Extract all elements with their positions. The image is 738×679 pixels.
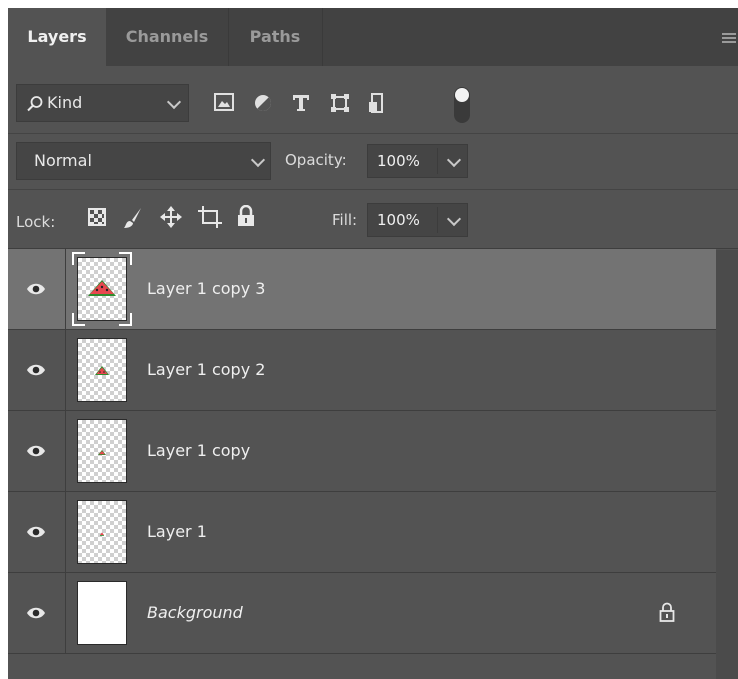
type-filter-icon[interactable] xyxy=(291,93,311,113)
eye-icon[interactable] xyxy=(26,363,46,377)
layer-name[interactable]: Layer 1 xyxy=(147,492,207,572)
watermelon-icon xyxy=(88,280,116,296)
layer-row[interactable]: Layer 1 copy 3 xyxy=(8,249,716,330)
eye-icon[interactable] xyxy=(26,525,46,539)
filter-toggle-icon[interactable] xyxy=(453,86,471,124)
layer-name[interactable]: Layer 1 copy xyxy=(147,411,250,491)
chevron-down-icon xyxy=(250,152,266,168)
lock-label: Lock: xyxy=(16,213,56,231)
image-filter-icon[interactable] xyxy=(214,93,234,111)
visibility-column xyxy=(8,249,66,329)
shape-filter-icon[interactable] xyxy=(330,93,350,113)
opacity-label: Opacity: xyxy=(285,151,347,169)
lock-transparent-pixels-icon[interactable] xyxy=(88,208,106,226)
tab-paths[interactable]: Paths xyxy=(228,8,323,66)
lock-all-icon[interactable] xyxy=(237,205,255,227)
tab-channels[interactable]: Channels xyxy=(106,8,229,66)
blend-mode-value: Normal xyxy=(34,151,92,170)
panel-menu-icon[interactable] xyxy=(722,33,736,43)
layer-row[interactable]: Background xyxy=(8,573,716,654)
layer-lock-icon[interactable] xyxy=(659,602,675,622)
fill-value: 100% xyxy=(377,211,420,229)
visibility-column xyxy=(8,411,66,491)
fill-label: Fill: xyxy=(332,211,358,229)
layers-panel: Layers Channels Paths Kind Normal Opacit… xyxy=(8,8,738,679)
visibility-column xyxy=(8,492,66,572)
layer-row[interactable]: Layer 1 copy xyxy=(8,411,716,492)
opacity-value: 100% xyxy=(377,152,420,170)
chevron-down-icon xyxy=(166,94,182,110)
fill-field[interactable]: 100% xyxy=(367,203,468,237)
filter-kind-label: Kind xyxy=(47,93,83,112)
filter-kind-select[interactable]: Kind xyxy=(16,84,189,122)
visibility-column xyxy=(8,330,66,410)
layer-thumbnail[interactable] xyxy=(77,338,127,402)
eye-icon[interactable] xyxy=(26,282,46,296)
layer-thumbnail[interactable] xyxy=(77,419,127,483)
layer-name[interactable]: Background xyxy=(147,573,243,653)
eye-icon[interactable] xyxy=(26,606,46,620)
layer-row[interactable]: Layer 1 copy 2 xyxy=(8,330,716,411)
watermelon-icon xyxy=(98,450,106,455)
chevron-down-icon[interactable] xyxy=(446,211,462,227)
layer-name[interactable]: Layer 1 copy 2 xyxy=(147,330,265,410)
eye-icon[interactable] xyxy=(26,444,46,458)
visibility-column xyxy=(8,573,66,653)
watermelon-icon xyxy=(100,532,104,536)
layer-row[interactable]: Layer 1 xyxy=(8,492,716,573)
lock-position-icon[interactable] xyxy=(160,206,182,228)
lock-image-pixels-icon[interactable] xyxy=(123,207,143,229)
smart-object-filter-icon[interactable] xyxy=(368,93,386,113)
chevron-down-icon[interactable] xyxy=(446,152,462,168)
watermelon-icon xyxy=(95,366,109,375)
search-icon xyxy=(27,96,43,112)
layer-name[interactable]: Layer 1 copy 3 xyxy=(147,249,265,329)
layers-scrollbar[interactable] xyxy=(716,250,738,679)
tab-layers[interactable]: Layers xyxy=(8,8,106,66)
adjustment-filter-icon[interactable] xyxy=(253,93,273,113)
layer-thumbnail[interactable] xyxy=(77,500,127,564)
lock-artboard-icon[interactable] xyxy=(198,206,222,228)
layer-thumbnail[interactable] xyxy=(77,257,127,321)
opacity-field[interactable]: 100% xyxy=(367,144,468,178)
panel-tab-bar: Layers Channels Paths xyxy=(8,8,738,66)
blend-mode-select[interactable]: Normal xyxy=(16,142,271,180)
layer-thumbnail[interactable] xyxy=(77,581,127,645)
